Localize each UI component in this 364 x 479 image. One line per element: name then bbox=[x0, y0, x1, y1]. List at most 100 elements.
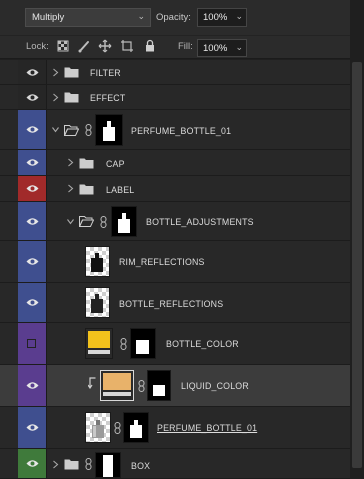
layer-row-bottle-reflections[interactable]: BOTTLE_REFLECTIONS bbox=[0, 283, 350, 323]
blend-mode-dropdown[interactable]: Multiply ⌄ bbox=[25, 8, 151, 27]
layer-row-bottle-adjustments[interactable]: BOTTLE_ADJUSTMENTS bbox=[0, 202, 350, 241]
layer-name: LABEL bbox=[106, 185, 135, 195]
bottle-preview-icon bbox=[92, 420, 104, 438]
layer-row-label[interactable]: LABEL bbox=[0, 176, 350, 202]
lock-transparent-pixels-icon[interactable] bbox=[56, 39, 70, 53]
layer-mask-thumbnail[interactable] bbox=[130, 328, 156, 359]
chevron-down-icon[interactable] bbox=[52, 125, 59, 134]
layer-row-effect[interactable]: EFFECT bbox=[0, 85, 350, 110]
layer-thumbnail[interactable] bbox=[85, 287, 110, 318]
blend-opacity-bar: Multiply ⌄ Opacity: 100% ⌄ bbox=[0, 0, 350, 36]
box-mask-icon bbox=[103, 455, 113, 477]
lock-all-icon[interactable] bbox=[143, 39, 157, 53]
bottle-mask-icon bbox=[130, 420, 142, 438]
layer-row-bottle-color[interactable]: BOTTLE_COLOR bbox=[0, 323, 350, 365]
chevron-right-icon[interactable] bbox=[67, 158, 74, 167]
link-icon[interactable] bbox=[114, 422, 121, 434]
eye-icon[interactable] bbox=[26, 158, 39, 167]
layer-mask-thumbnail[interactable] bbox=[111, 206, 137, 237]
fill-label: Fill: bbox=[178, 41, 193, 52]
visibility-toggle[interactable] bbox=[18, 202, 47, 240]
visibility-toggle[interactable] bbox=[18, 449, 47, 478]
layer-mask-thumbnail[interactable] bbox=[95, 452, 121, 478]
chevron-right-icon[interactable] bbox=[52, 93, 59, 102]
visibility-toggle[interactable] bbox=[18, 176, 47, 201]
eye-icon[interactable] bbox=[26, 459, 39, 468]
link-icon[interactable] bbox=[138, 380, 145, 392]
chevron-down-icon: ⌄ bbox=[137, 11, 145, 21]
visibility-toggle[interactable] bbox=[18, 150, 47, 175]
layer-thumbnail[interactable] bbox=[85, 246, 110, 277]
eye-icon[interactable] bbox=[26, 298, 39, 307]
layer-name: PERFUME_BOTTLE_01 bbox=[131, 126, 232, 136]
visibility-toggle[interactable] bbox=[18, 323, 47, 364]
opacity-label: Opacity: bbox=[156, 12, 191, 23]
link-icon[interactable] bbox=[100, 216, 107, 228]
chevron-right-icon[interactable] bbox=[67, 184, 74, 193]
link-icon[interactable] bbox=[85, 458, 92, 470]
visibility-toggle[interactable] bbox=[18, 110, 47, 149]
layer-name: PERFUME_BOTTLE_01 bbox=[157, 423, 258, 433]
visibility-toggle[interactable] bbox=[18, 60, 47, 84]
layer-name: BOTTLE_ADJUSTMENTS bbox=[146, 217, 254, 227]
fill-layer-icon bbox=[103, 392, 131, 396]
fill-field[interactable]: 100% ⌄ bbox=[197, 39, 247, 57]
layer-row-filter[interactable]: FILTER bbox=[0, 60, 350, 85]
clipping-mask-arrow-icon bbox=[88, 377, 96, 389]
fill-thumbnail[interactable] bbox=[85, 328, 113, 359]
visibility-toggle[interactable] bbox=[18, 365, 47, 406]
visibility-toggle[interactable] bbox=[18, 241, 47, 282]
eye-icon[interactable] bbox=[26, 381, 39, 390]
layer-mask-thumbnail[interactable] bbox=[95, 114, 123, 146]
visibility-toggle[interactable] bbox=[18, 407, 47, 448]
folder-icon bbox=[64, 459, 79, 470]
lock-label: Lock: bbox=[26, 41, 49, 52]
eye-icon[interactable] bbox=[26, 68, 39, 77]
fill-layer-icon bbox=[88, 350, 110, 354]
layer-mask-thumbnail[interactable] bbox=[123, 412, 149, 443]
visibility-toggle[interactable] bbox=[18, 283, 47, 322]
chevron-down-icon[interactable]: ⌄ bbox=[235, 11, 243, 22]
fill-thumbnail[interactable] bbox=[100, 370, 134, 401]
eye-icon[interactable] bbox=[26, 423, 39, 432]
eye-icon[interactable] bbox=[26, 93, 39, 102]
eye-icon[interactable] bbox=[26, 125, 39, 134]
layer-row-perfume-bottle-group[interactable]: PERFUME_BOTTLE_01 bbox=[0, 110, 350, 150]
folder-icon bbox=[64, 92, 79, 103]
layer-name: BOX bbox=[131, 461, 151, 471]
liquid-mask-icon bbox=[153, 385, 165, 396]
chevron-right-icon[interactable] bbox=[52, 460, 59, 469]
layer-row-perfume-bottle-smart[interactable]: PERFUME_BOTTLE_01 bbox=[0, 407, 350, 449]
chevron-down-icon[interactable]: ⌄ bbox=[235, 42, 243, 53]
lock-position-icon[interactable] bbox=[98, 39, 112, 53]
prevent-auto-nesting-icon[interactable] bbox=[120, 39, 134, 53]
folder-icon bbox=[79, 158, 94, 169]
blend-mode-value: Multiply bbox=[32, 12, 65, 23]
open-folder-icon bbox=[79, 216, 94, 227]
opacity-field[interactable]: 100% ⌄ bbox=[197, 8, 247, 27]
visibility-off-icon[interactable] bbox=[27, 339, 36, 348]
liquid-color-swatch bbox=[103, 373, 131, 390]
layer-mask-thumbnail[interactable] bbox=[147, 370, 171, 401]
chevron-down-icon[interactable] bbox=[67, 217, 74, 226]
smart-object-thumbnail[interactable] bbox=[85, 412, 111, 443]
eye-icon[interactable] bbox=[26, 217, 39, 226]
layers-list: FILTER EFFECT PERFUME_BOTTLE_01 CAP LABE… bbox=[0, 60, 350, 479]
layer-row-liquid-color[interactable]: LIQUID_COLOR bbox=[0, 365, 350, 407]
layer-row-cap[interactable]: CAP bbox=[0, 150, 350, 176]
eye-icon[interactable] bbox=[26, 257, 39, 266]
bottle-color-swatch bbox=[88, 331, 110, 348]
rim-reflection-preview-icon bbox=[91, 253, 103, 272]
lock-image-pixels-icon[interactable] bbox=[77, 39, 91, 53]
chevron-right-icon[interactable] bbox=[52, 68, 59, 77]
opacity-value: 100% bbox=[203, 12, 228, 23]
folder-icon bbox=[79, 184, 94, 195]
link-icon[interactable] bbox=[120, 338, 127, 350]
visibility-toggle[interactable] bbox=[18, 85, 47, 109]
layer-row-rim-reflections[interactable]: RIM_REFLECTIONS bbox=[0, 241, 350, 283]
scrollbar-thumb[interactable] bbox=[352, 62, 362, 468]
layer-name: RIM_REFLECTIONS bbox=[119, 257, 205, 267]
eye-icon[interactable] bbox=[26, 184, 39, 193]
link-icon[interactable] bbox=[85, 124, 92, 136]
layer-name: BOTTLE_REFLECTIONS bbox=[119, 299, 224, 309]
